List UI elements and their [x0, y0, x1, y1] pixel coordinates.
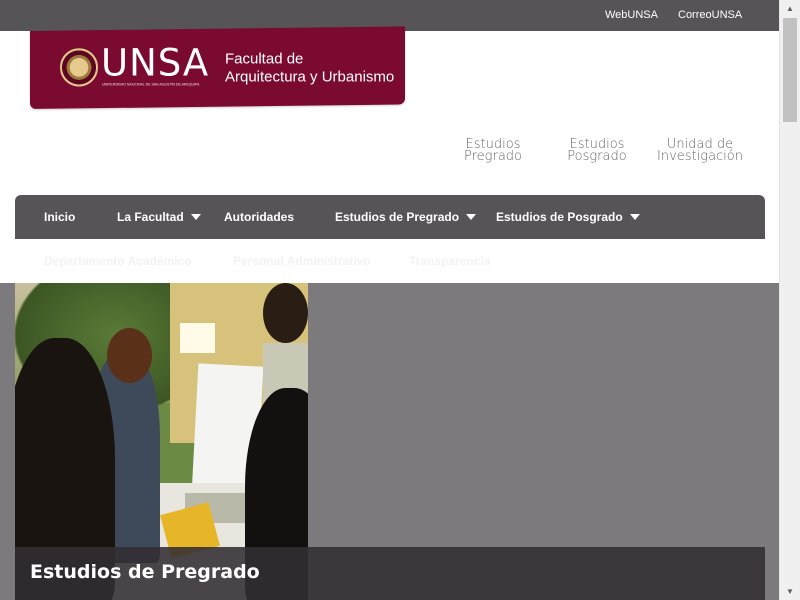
- quick-link-posgrado[interactable]: Estudios Posgrado: [564, 138, 630, 164]
- caret-down-icon: [190, 213, 201, 220]
- nav-item-inicio[interactable]: Inicio: [44, 210, 75, 224]
- faculty-title: Facultad de Arquitectura y Urbanismo: [225, 51, 394, 87]
- main-navigation: Inicio La Facultad Autoridades Estudios …: [15, 195, 765, 239]
- nav-item-transparencia[interactable]: Transparencia: [409, 254, 490, 268]
- faculty-title-line2: Arquitectura y Urbanismo: [225, 68, 395, 86]
- nav-item-label: La Facultad: [117, 210, 184, 224]
- university-seal-icon: [60, 43, 98, 92]
- quick-link-line: Investigación: [657, 149, 743, 164]
- nav-item-estudios-posgrado[interactable]: Estudios de Posgrado: [496, 210, 640, 224]
- nav-item-la-facultad[interactable]: La Facultad: [117, 210, 201, 224]
- hero-caption: Estudios de Pregrado: [30, 561, 260, 583]
- scroll-down-arrow-icon[interactable]: ▼: [780, 583, 800, 600]
- scrollbar-thumb[interactable]: [783, 18, 797, 122]
- photo-window: [180, 323, 215, 353]
- nav-item-label: Inicio: [44, 210, 76, 224]
- nav-item-label: Estudios de Pregrado: [335, 210, 460, 224]
- caret-down-icon: [466, 213, 477, 220]
- nav-item-label: Autoridades: [224, 210, 295, 224]
- webunsa-link[interactable]: WebUNSA: [605, 9, 658, 21]
- photo-student-head: [107, 328, 152, 383]
- unsa-logo-subtext: UNIVERSIDAD NACIONAL DE SAN AGUSTÍN DE A…: [102, 82, 200, 87]
- nav-item-label: Estudios de Posgrado: [496, 210, 623, 224]
- hero-caption-bar[interactable]: Estudios de Pregrado: [15, 547, 765, 600]
- faculty-logo-banner[interactable]: UNSA UNIVERSIDAD NACIONAL DE SAN AGUSTÍN…: [30, 26, 405, 110]
- nav-item-autoridades[interactable]: Autoridades: [224, 210, 294, 224]
- caret-down-icon: [629, 213, 640, 220]
- quick-link-line: Pregrado: [464, 149, 522, 164]
- secondary-navigation: Departamento Académico Personal Administ…: [15, 239, 765, 283]
- nav-item-personal-administrativo[interactable]: Personal Administrativo: [233, 254, 371, 268]
- unsa-logo-text: UNSA: [101, 41, 210, 85]
- correounsa-link[interactable]: CorreoUNSA: [678, 9, 742, 21]
- quick-link-line: Posgrado: [567, 149, 627, 164]
- page-scrollbar[interactable]: ▲ ▼: [779, 0, 800, 600]
- quick-link-investigacion[interactable]: Unidad de Investigación: [657, 138, 743, 164]
- nav-item-estudios-pregrado[interactable]: Estudios de Pregrado: [335, 210, 477, 224]
- faculty-title-line1: Facultad de: [225, 50, 304, 68]
- quick-link-pregrado[interactable]: Estudios Pregrado: [462, 138, 524, 164]
- photo-student-head: [263, 283, 308, 343]
- scroll-up-arrow-icon[interactable]: ▲: [780, 0, 800, 17]
- nav-item-departamento-academico[interactable]: Departamento Académico: [44, 254, 192, 268]
